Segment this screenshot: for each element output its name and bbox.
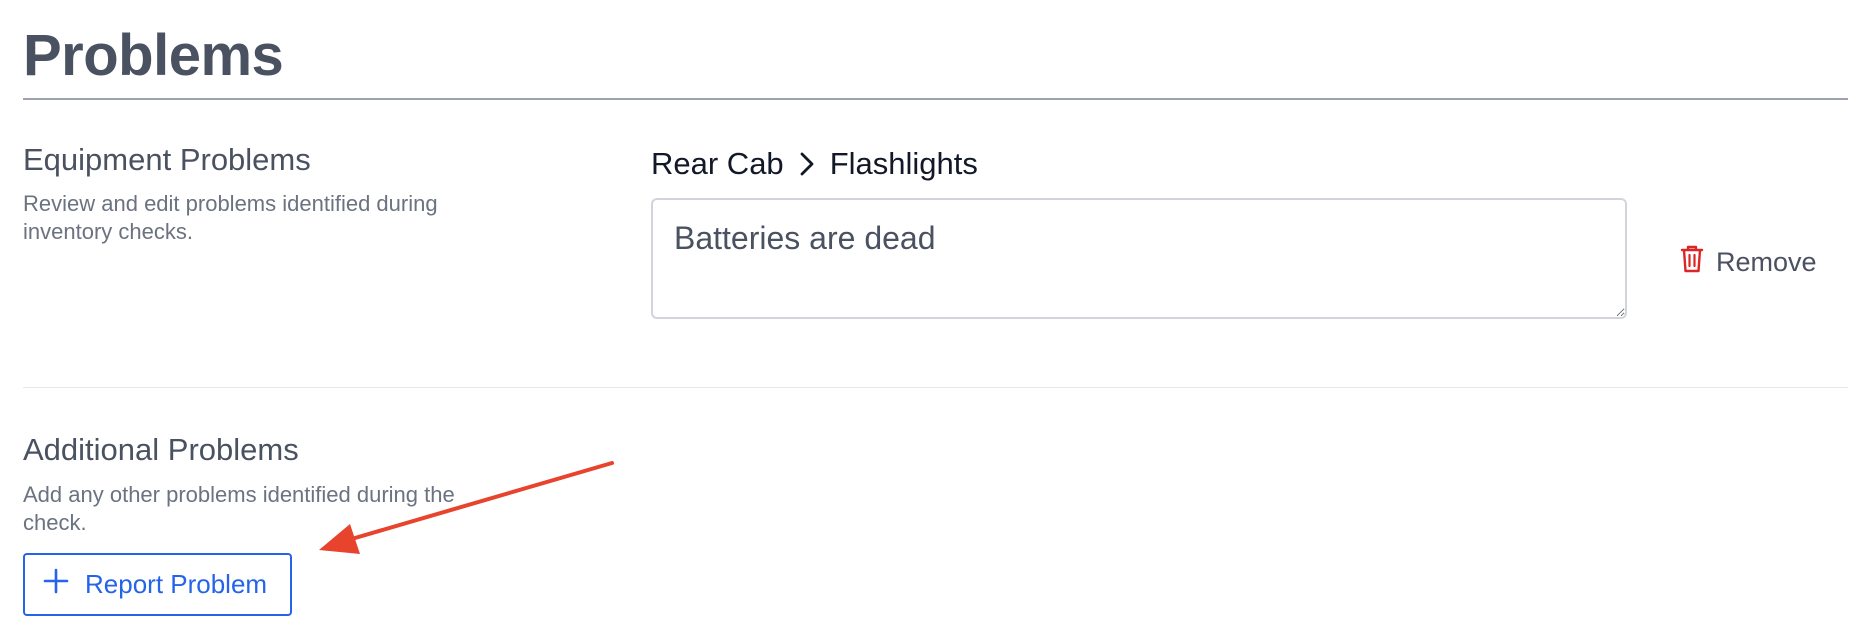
- plus-icon: [43, 568, 69, 601]
- additional-problems-description: Add any other problems identified during…: [23, 482, 455, 535]
- breadcrumb-item: Flashlights: [829, 146, 978, 181]
- remove-button[interactable]: Remove: [1680, 244, 1817, 281]
- title-divider: [23, 98, 1848, 100]
- trash-icon: [1680, 244, 1704, 281]
- additional-problems-heading: Additional Problems: [23, 432, 299, 467]
- page-title: Problems: [23, 23, 284, 88]
- equipment-problems-heading: Equipment Problems: [23, 142, 311, 177]
- breadcrumb: Rear Cab Flashlights: [651, 146, 978, 182]
- chevron-right-icon: [798, 151, 816, 177]
- remove-label: Remove: [1716, 247, 1817, 277]
- breadcrumb-location: Rear Cab: [651, 146, 784, 181]
- report-problem-button[interactable]: Report Problem: [23, 553, 292, 616]
- equipment-problems-description: Review and edit problems identified duri…: [23, 191, 438, 244]
- section-divider: [23, 387, 1848, 388]
- report-problem-label: Report Problem: [85, 569, 268, 599]
- problem-description-field[interactable]: [651, 198, 1627, 319]
